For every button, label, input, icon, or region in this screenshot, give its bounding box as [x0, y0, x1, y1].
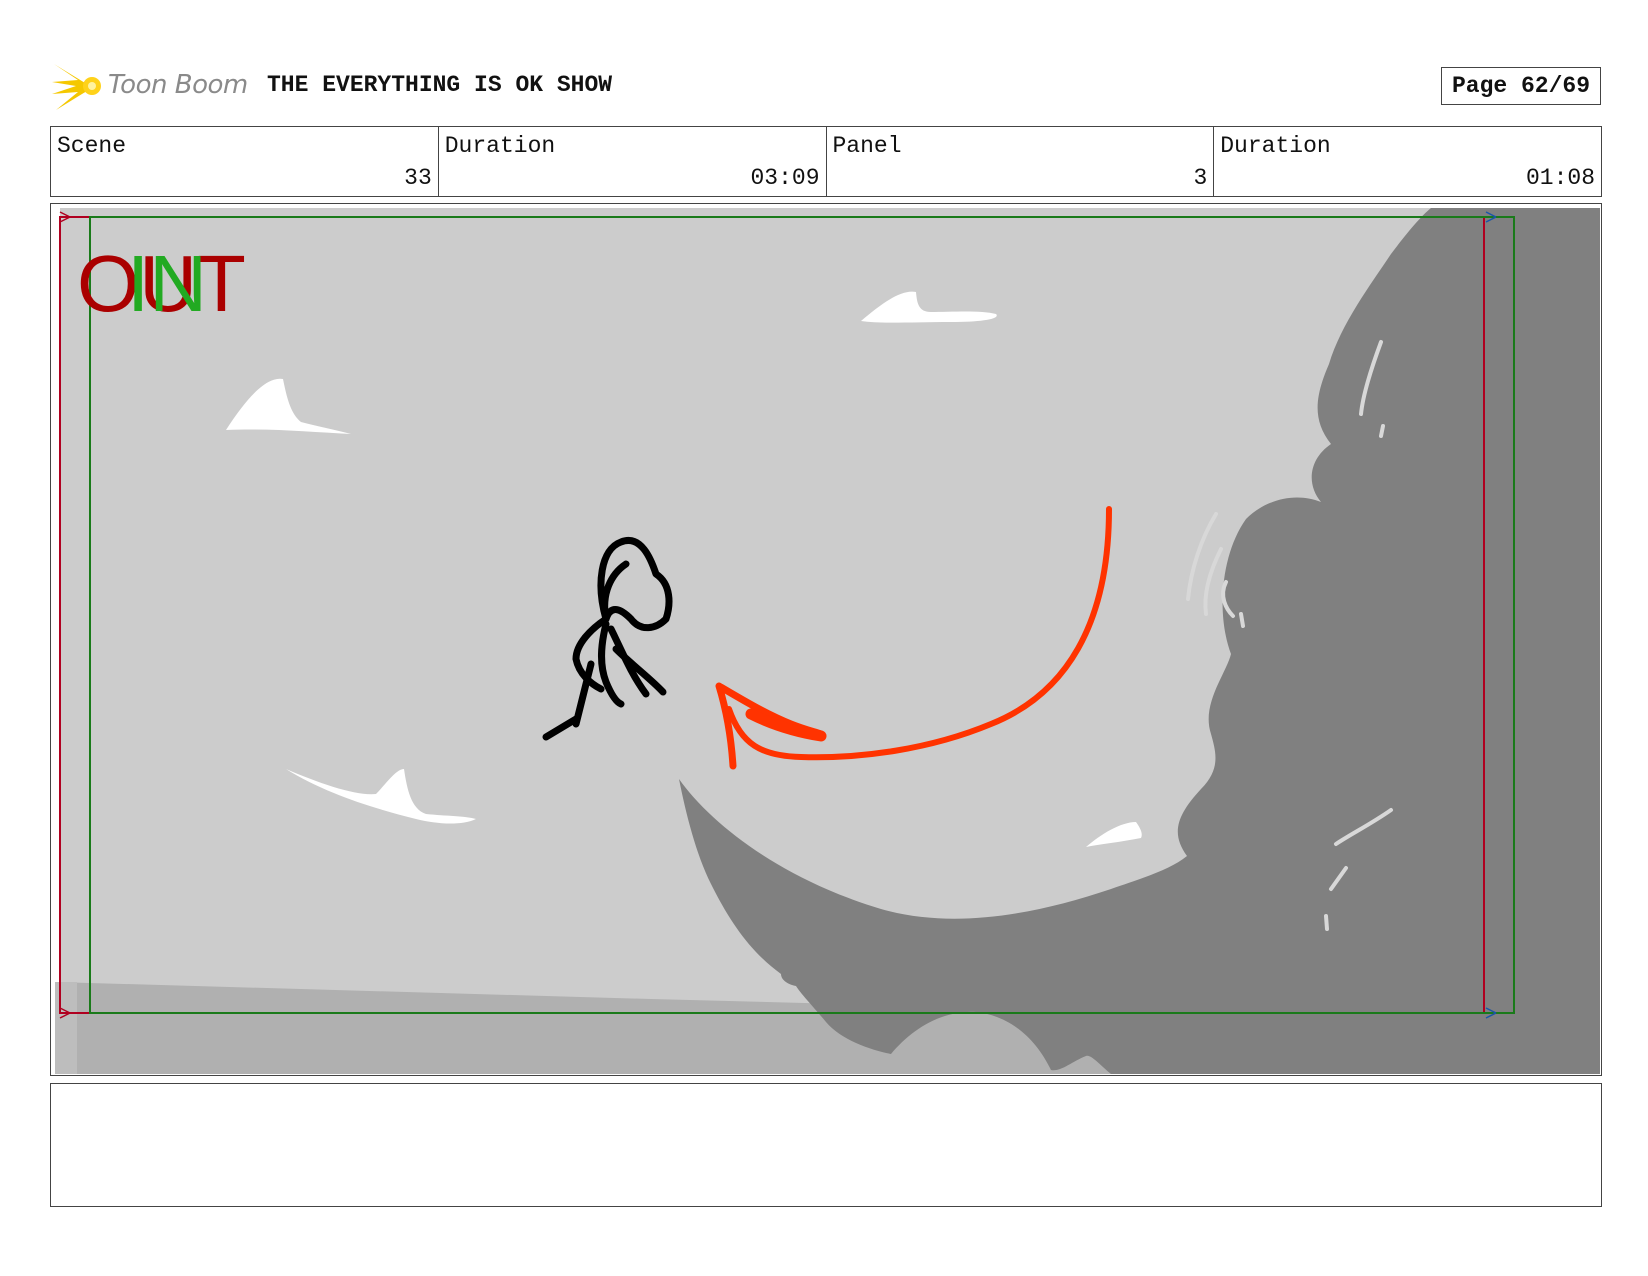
scene-value: 33: [404, 165, 432, 191]
panel-label: Panel: [832, 133, 902, 159]
notes-area: [50, 1083, 1602, 1207]
page-indicator: Page 62/69: [1441, 67, 1601, 105]
scene-duration-value: 03:09: [750, 165, 820, 191]
logo-text: Toon Boom: [108, 70, 248, 100]
scene-label: Scene: [57, 133, 127, 159]
panel-artwork: [55, 208, 1600, 1074]
storyboard-panel: OUT IN: [50, 203, 1602, 1076]
scene-cell: Scene 33: [51, 127, 439, 196]
panel-duration-cell: Duration 01:08: [1214, 127, 1601, 196]
scene-duration-cell: Duration 03:09: [439, 127, 827, 196]
panel-value: 3: [1193, 165, 1208, 191]
toon-boom-logo: Toon Boom: [52, 58, 252, 114]
ground-left-post: [55, 982, 77, 1074]
in-marker: IN: [127, 239, 207, 328]
panel-duration-label: Duration: [1220, 133, 1331, 159]
starburst-icon: [52, 64, 101, 110]
panel-info-table: Scene 33 Duration 03:09 Panel 3 Duration…: [50, 126, 1602, 197]
scene-duration-label: Duration: [444, 133, 556, 159]
panel-cell: Panel 3: [827, 127, 1215, 196]
panel-duration-value: 01:08: [1525, 165, 1595, 191]
show-title: THE EVERYTHING IS OK SHOW: [267, 72, 613, 98]
